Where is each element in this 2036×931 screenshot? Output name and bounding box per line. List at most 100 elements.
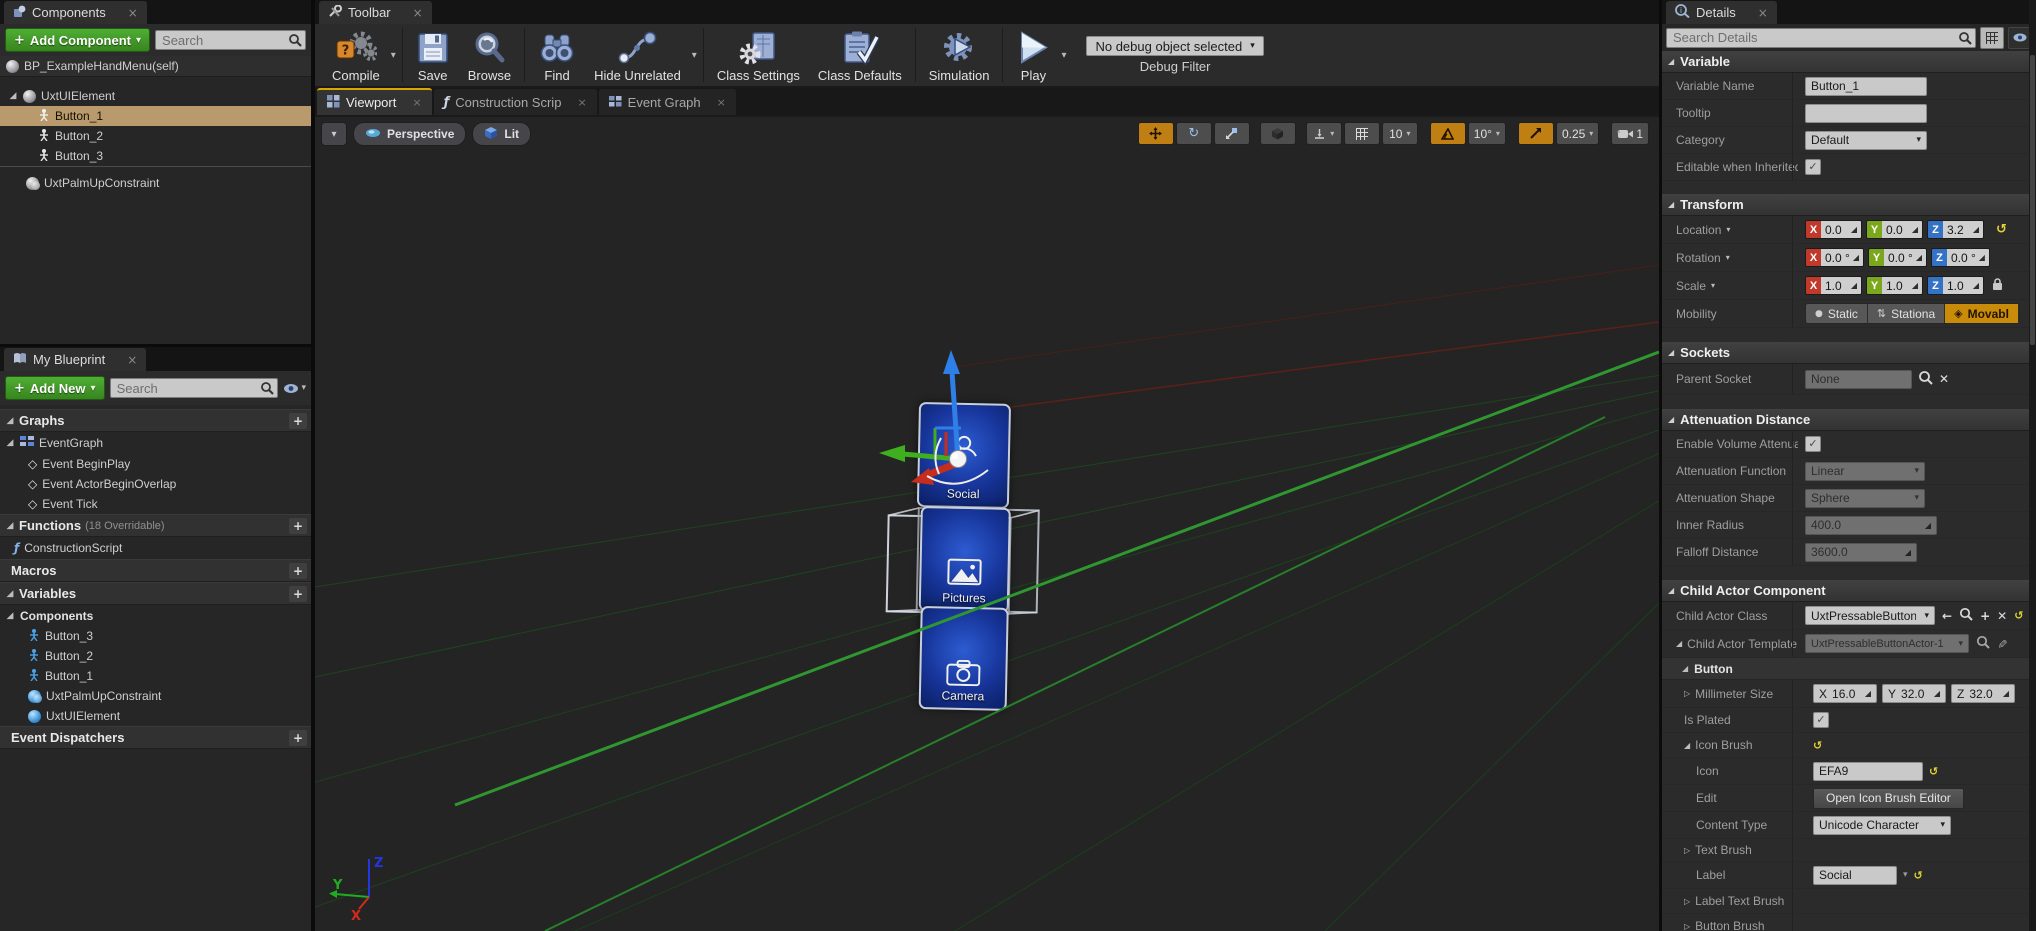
spinner-icon[interactable]: ◢ (1909, 281, 1918, 290)
rotation-x-field[interactable]: X0.0 °◢ (1805, 248, 1864, 267)
graphs-header[interactable]: ◢ Graphs + (0, 409, 311, 432)
menu-button-pictures[interactable]: Pictures (919, 506, 1011, 613)
spinner-icon[interactable]: ◢ (1913, 253, 1922, 262)
mm-z-field[interactable]: Z32.0◢ (1951, 684, 2015, 703)
socket-search-icon[interactable] (1918, 370, 1933, 388)
macros-header[interactable]: Macros + (0, 559, 311, 582)
tooltip-input[interactable] (1805, 104, 1927, 123)
simulation-button[interactable]: Simulation (920, 24, 999, 86)
functions-header[interactable]: ◢ Functions (18 Overridable) + (0, 514, 311, 537)
child-actor-class-dropdown[interactable]: UxtPressableButton▾ (1805, 606, 1935, 625)
chevron-down-icon[interactable]: ▾ (1903, 870, 1908, 880)
reset-icon[interactable]: ↺ (1914, 869, 1923, 882)
label-input[interactable] (1813, 866, 1897, 885)
add-variable-button[interactable]: + (289, 586, 307, 602)
rotation-snap-button[interactable] (1430, 122, 1466, 145)
var-button1[interactable]: Button_1 (0, 666, 311, 686)
add-dispatcher-button[interactable]: + (289, 730, 307, 746)
var-button3[interactable]: Button_3 (0, 626, 311, 646)
rotation-snap-value-button[interactable]: 10°▾ (1468, 122, 1506, 145)
tree-item-button2[interactable]: Button_2 (0, 126, 311, 146)
my-blueprint-search-input[interactable] (110, 378, 279, 398)
expanded-icon[interactable]: ◢ (8, 91, 18, 101)
add-component-button[interactable]: + Add Component ▾ (5, 28, 150, 52)
components-search-input[interactable] (155, 30, 306, 50)
compile-options-chevron[interactable]: ▾ (391, 50, 396, 61)
location-z-field[interactable]: Z3.2◢ (1927, 220, 1984, 239)
spinner-icon[interactable]: ◢ (1970, 281, 1979, 290)
tree-item-root[interactable]: BP_ExampleHandMenu(self) (0, 56, 311, 77)
grid-snap-button[interactable] (1344, 122, 1380, 145)
scale-snap-value-button[interactable]: 0.25▾ (1556, 122, 1599, 145)
components-category[interactable]: ◢ Components (0, 605, 311, 626)
tab-my-blueprint[interactable]: My Blueprint × (4, 348, 146, 371)
add-macro-button[interactable]: + (289, 563, 307, 579)
variable-section-header[interactable]: ◢ Variable (1662, 51, 2036, 73)
close-icon[interactable]: × (1758, 6, 1768, 20)
var-button2[interactable]: Button_2 (0, 646, 311, 666)
content-type-dropdown[interactable]: Unicode Character▾ (1813, 816, 1951, 835)
tree-item-button1[interactable]: Button_1 (0, 106, 311, 126)
grid-snap-value-button[interactable]: 10▾ (1382, 122, 1418, 145)
class-defaults-button[interactable]: Class Defaults (809, 24, 911, 86)
var-palmupconstraint[interactable]: UxtPalmUpConstraint (0, 686, 311, 706)
tree-item-palmupconstraint[interactable]: UxtPalmUpConstraint (0, 173, 311, 193)
spinner-icon[interactable]: ◢ (1909, 225, 1918, 234)
mm-x-field[interactable]: X16.0◢ (1813, 684, 1877, 703)
close-icon[interactable]: × (413, 6, 423, 20)
mm-y-field[interactable]: Y32.0◢ (1882, 684, 1946, 703)
debug-object-dropdown[interactable]: No debug object selected ▾ (1086, 36, 1263, 56)
close-icon[interactable]: × (127, 353, 137, 367)
tab-viewport[interactable]: Viewport × (317, 88, 432, 115)
tree-item-uxtuielement[interactable]: ◢ UxtUIElement (0, 86, 311, 106)
spinner-icon[interactable]: ◢ (1848, 281, 1857, 290)
save-button[interactable]: Save (407, 24, 459, 86)
rotation-y-field[interactable]: Y0.0 °◢ (1868, 248, 1927, 267)
spinner-icon[interactable]: ◢ (1970, 225, 1979, 234)
class-settings-button[interactable]: Class Settings (708, 24, 809, 86)
variable-name-input[interactable] (1805, 77, 1927, 96)
location-x-field[interactable]: X0.0◢ (1805, 220, 1862, 239)
coordinate-system-button[interactable] (1260, 122, 1296, 145)
scale-x-field[interactable]: X1.0◢ (1805, 276, 1862, 295)
tab-components[interactable]: Components × (4, 1, 147, 24)
hide-unrelated-options-chevron[interactable]: ▾ (692, 50, 697, 61)
translate-tool-button[interactable] (1138, 122, 1174, 145)
perspective-button[interactable]: Perspective (353, 122, 466, 146)
constructionscript-item[interactable]: ƒ ConstructionScript (0, 537, 311, 559)
scale-snap-button[interactable] (1518, 122, 1554, 145)
add-icon[interactable]: + (1980, 609, 1990, 623)
mobility-stationary-option[interactable]: ⇅Stationa (1868, 304, 1945, 323)
rotate-tool-button[interactable]: ↻ (1176, 122, 1212, 145)
viewport-options-button[interactable]: ▾ (321, 122, 347, 146)
category-dropdown[interactable]: Default▾ (1805, 131, 1927, 150)
reset-icon[interactable]: ↺ (1813, 739, 1822, 752)
use-selected-icon[interactable]: ← (1942, 609, 1952, 623)
close-icon[interactable]: × (412, 96, 421, 109)
play-button[interactable]: Play (1007, 24, 1059, 86)
details-search-input[interactable] (1666, 28, 1976, 48)
spinner-icon[interactable]: ◢ (1931, 689, 1940, 698)
display-filter-button[interactable] (1980, 27, 2004, 49)
browse-asset-icon[interactable] (1959, 607, 1973, 624)
play-options-chevron[interactable]: ▾ (1061, 50, 1066, 61)
clear-socket-icon[interactable]: ✕ (1939, 372, 1949, 386)
clear-class-icon[interactable]: ✕ (1997, 609, 2007, 623)
close-icon[interactable]: × (128, 6, 138, 20)
surface-snap-button[interactable]: ▾ (1306, 122, 1342, 145)
reset-icon[interactable]: ↺ (2014, 609, 2023, 622)
var-uxtuielement[interactable]: UxtUIElement (0, 706, 311, 726)
lock-icon[interactable] (1992, 278, 2003, 294)
add-function-button[interactable]: + (289, 518, 307, 534)
scale-y-field[interactable]: Y1.0◢ (1866, 276, 1923, 295)
reset-icon[interactable]: ↺ (1996, 222, 2007, 237)
lit-button[interactable]: Lit (472, 122, 531, 146)
transform-gizmo[interactable] (855, 342, 995, 517)
tab-toolbar[interactable]: Toolbar × (319, 1, 432, 24)
details-scrollbar[interactable] (2029, 0, 2036, 931)
editable-checkbox[interactable]: ✓ (1805, 159, 1821, 175)
browse-button[interactable]: Browse (459, 24, 520, 86)
event-beginplay-item[interactable]: ◇ Event BeginPlay (0, 454, 311, 474)
event-tick-item[interactable]: ◇ Event Tick (0, 494, 311, 514)
spinner-icon[interactable]: ◢ (1976, 253, 1985, 262)
